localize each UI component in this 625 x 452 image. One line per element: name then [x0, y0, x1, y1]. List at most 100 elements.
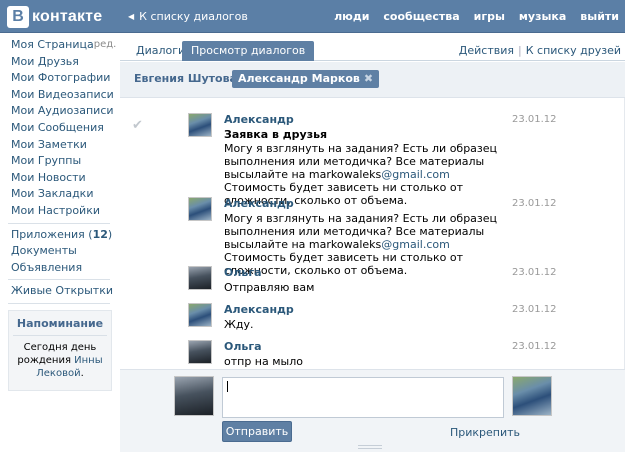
- sidebar-item-friends[interactable]: Мои Друзья: [0, 54, 120, 71]
- nav-communities[interactable]: сообщества: [383, 10, 459, 23]
- tabs-bar: Диалоги Просмотр диалогов Действия | К спи…: [120, 33, 625, 61]
- sidebar-item-live-cards[interactable]: Живые Открытки: [0, 283, 120, 300]
- attach-link[interactable]: Прикрепить: [450, 426, 520, 439]
- sidebar-item-label: Живые Открытки: [11, 284, 114, 298]
- nav-games[interactable]: игры: [474, 10, 505, 23]
- message-item[interactable]: Александр 23.01.12 Могу я взглянуть на з…: [120, 197, 600, 277]
- message-author[interactable]: Ольга: [224, 340, 262, 353]
- send-button[interactable]: Отправить: [222, 421, 292, 442]
- message-list: ✔ Александр 23.01.12 Заявка в друзья Мог…: [120, 98, 625, 369]
- avatar[interactable]: [174, 376, 214, 416]
- resize-grip-icon[interactable]: [358, 445, 382, 449]
- message-date: 23.01.12: [512, 114, 557, 125]
- message-date: 23.01.12: [512, 198, 557, 209]
- avatar[interactable]: [188, 303, 212, 327]
- sidebar-item-ads[interactable]: Объявления: [0, 260, 120, 277]
- message-item[interactable]: Ольга 23.01.12 отпр на мыло: [120, 340, 600, 370]
- sidebar-item-settings[interactable]: Мои Настройки: [0, 203, 120, 220]
- dialog-people-bar: Евгения Шутова ✖ Александр Марков ✖: [120, 62, 625, 98]
- sidebar-item-photos[interactable]: Мои Фотографии: [0, 70, 120, 87]
- nav-logout[interactable]: выйти: [580, 10, 619, 23]
- sidebar-item-groups[interactable]: Мои Группы: [0, 153, 120, 170]
- sidebar-item-label: Мои Группы: [11, 154, 82, 168]
- message-input[interactable]: [222, 377, 504, 418]
- avatar[interactable]: [188, 197, 212, 221]
- sidebar-divider: [8, 279, 110, 281]
- sidebar-item-my-page[interactable]: Моя Страница ред.: [0, 37, 120, 54]
- message-text: Могу я взглянуть на задания? Есть ли обр…: [224, 142, 498, 181]
- reminder-birthday: рождения: [17, 354, 71, 366]
- sidebar-item-news[interactable]: Мои Новости: [0, 170, 120, 187]
- close-icon[interactable]: ✖: [364, 72, 373, 85]
- vk-logo-text: контакте: [32, 8, 103, 25]
- sidebar-item-videos[interactable]: Мои Видеозаписи: [0, 87, 120, 104]
- person-tag-name: Евгения Шутова: [134, 72, 237, 85]
- message-body: Отправляю вам: [224, 281, 315, 294]
- sidebar-divider: [8, 302, 110, 304]
- back-to-dialogs-link[interactable]: ◀ К списку диалогов: [128, 10, 248, 23]
- top-nav: люди сообщества игры музыка выйти: [320, 10, 619, 23]
- message-date: 23.01.12: [512, 267, 557, 278]
- tab-view-dialogs[interactable]: Просмотр диалогов: [182, 41, 315, 61]
- vk-logo-icon: В: [7, 6, 29, 28]
- edit-link[interactable]: ред.: [94, 37, 117, 54]
- back-to-dialogs-label: К списку диалогов: [139, 10, 248, 23]
- sidebar-divider: [8, 222, 110, 224]
- person-tag-name: Александр Марков: [238, 72, 360, 85]
- person-tag-active[interactable]: Александр Марков ✖: [232, 70, 380, 88]
- avatar[interactable]: [512, 376, 552, 416]
- sidebar-item-label: Мои Видеозаписи: [11, 87, 114, 101]
- sidebar-item-label: Мои Закладки: [11, 187, 94, 201]
- main-content: Диалоги Просмотр диалогов Действия | К спи…: [120, 33, 625, 452]
- email-link[interactable]: @gmail.com: [381, 168, 450, 181]
- message-author[interactable]: Ольга: [224, 266, 262, 279]
- message-item[interactable]: Ольга 23.01.12 Отправляю вам: [120, 266, 600, 296]
- email-link[interactable]: @gmail.com: [381, 238, 450, 251]
- sidebar-item-documents[interactable]: Документы: [0, 243, 120, 260]
- sidebar-item-label: Мои Фотографии: [11, 71, 111, 85]
- message-text: Могу я взглянуть на задания? Есть ли обр…: [224, 212, 498, 251]
- text-caret: [227, 381, 228, 392]
- message-author[interactable]: Александр: [224, 113, 294, 126]
- actions-link[interactable]: Действия: [459, 44, 514, 57]
- sidebar-item-label: Приложения (12): [11, 227, 113, 241]
- tabs-right-links: Действия | К списку друзей: [459, 44, 621, 57]
- check-icon[interactable]: ✔: [132, 118, 143, 133]
- sidebar-item-messages[interactable]: Мои Сообщения: [0, 120, 120, 137]
- message-item[interactable]: ✔ Александр 23.01.12 Заявка в друзья Мог…: [120, 113, 600, 207]
- reply-area: Отправить Прикрепить: [120, 369, 625, 452]
- apps-count-badge: 12: [92, 227, 108, 241]
- message-body: Заявка в друзья Могу я взглянуть на зада…: [224, 128, 504, 207]
- reminder-today: Сегодня: [23, 341, 68, 353]
- apps-label: Приложения: [11, 227, 85, 241]
- nav-people[interactable]: люди: [334, 10, 369, 23]
- message-body: отпр на мыло: [224, 355, 303, 368]
- reminder-day: день: [70, 341, 97, 353]
- message-title: Заявка в друзья: [224, 128, 328, 141]
- vk-logo[interactable]: В контакте: [7, 6, 102, 28]
- sidebar-item-bookmarks[interactable]: Мои Закладки: [0, 186, 120, 203]
- avatar[interactable]: [188, 113, 212, 137]
- message-item[interactable]: Александр 23.01.12 Жду.: [120, 303, 600, 333]
- message-author[interactable]: Александр: [224, 197, 294, 210]
- sidebar-item-apps[interactable]: Приложения (12): [0, 227, 120, 244]
- reminder-person-link[interactable]: Лековой: [36, 368, 80, 379]
- reminder-text: Сегодня день рождения Инны Лековой.: [13, 341, 107, 380]
- avatar[interactable]: [188, 340, 212, 364]
- message-date: 23.01.12: [512, 304, 557, 315]
- nav-music[interactable]: музыка: [519, 10, 566, 23]
- reminder-dot: .: [80, 367, 84, 379]
- to-friends-link[interactable]: К списку друзей: [526, 44, 621, 57]
- sidebar-item-label: Мои Настройки: [11, 203, 100, 217]
- reminder-person-link[interactable]: Инны: [74, 355, 102, 366]
- message-date: 23.01.12: [512, 341, 557, 352]
- sidebar-item-notes[interactable]: Мои Заметки: [0, 137, 120, 154]
- message-author[interactable]: Александр: [224, 303, 294, 316]
- link-separator: |: [518, 44, 522, 57]
- avatar[interactable]: [188, 266, 212, 290]
- sidebar-item-label: Мои Заметки: [11, 137, 87, 151]
- message-body: Жду.: [224, 318, 254, 331]
- sidebar-item-label: Документы: [11, 244, 77, 258]
- reminder-title: Напоминание: [13, 317, 107, 336]
- sidebar-item-audio[interactable]: Мои Аудиозаписи: [0, 103, 120, 120]
